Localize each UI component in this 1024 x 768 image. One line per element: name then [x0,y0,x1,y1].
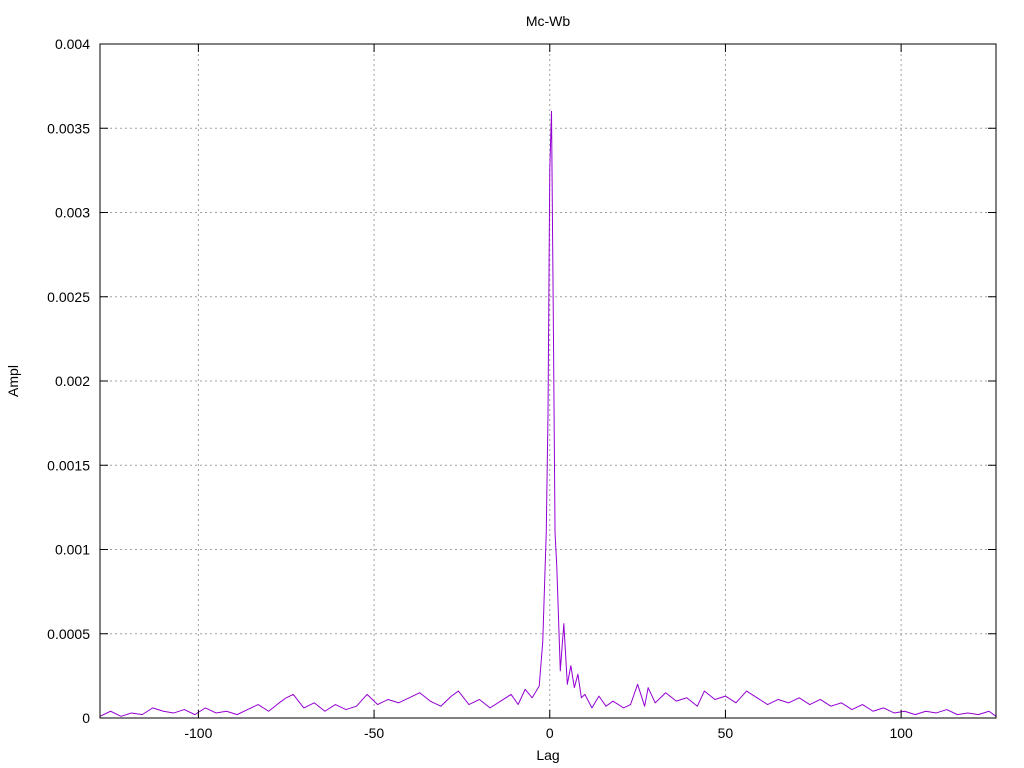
y-tick-label: 0.001 [55,542,90,558]
series-line [99,110,997,717]
autocorrelation-chart: 0 0.0005 0.001 0.0015 0.002 0.0025 0.003 0.0035… [5,13,997,763]
y-axis-label: Ampl [5,365,21,397]
x-tick-label: -50 [364,725,384,741]
chart-title: Mc-Wb [526,13,571,29]
y-tick-label: 0.003 [55,205,90,221]
y-tick-label: 0.0005 [47,626,90,642]
x-tick-label: 0 [546,725,554,741]
x-tick-label: 100 [889,725,913,741]
x-tick-label: -100 [184,725,212,741]
y-tick-label: 0.002 [55,373,90,389]
y-tick-label: 0.004 [55,36,90,52]
y-tick-label: 0.0035 [47,120,90,136]
axis-ticks: 0 0.0005 0.001 0.0015 0.002 0.0025 0.003 0.0035… [47,36,996,741]
series-layer [99,110,997,717]
y-tick-label: 0.0025 [47,289,90,305]
y-tick-label: 0.0015 [47,457,90,473]
y-tick-label: 0 [82,710,90,726]
x-tick-label: 50 [718,725,734,741]
x-axis-label: Lag [536,747,559,763]
